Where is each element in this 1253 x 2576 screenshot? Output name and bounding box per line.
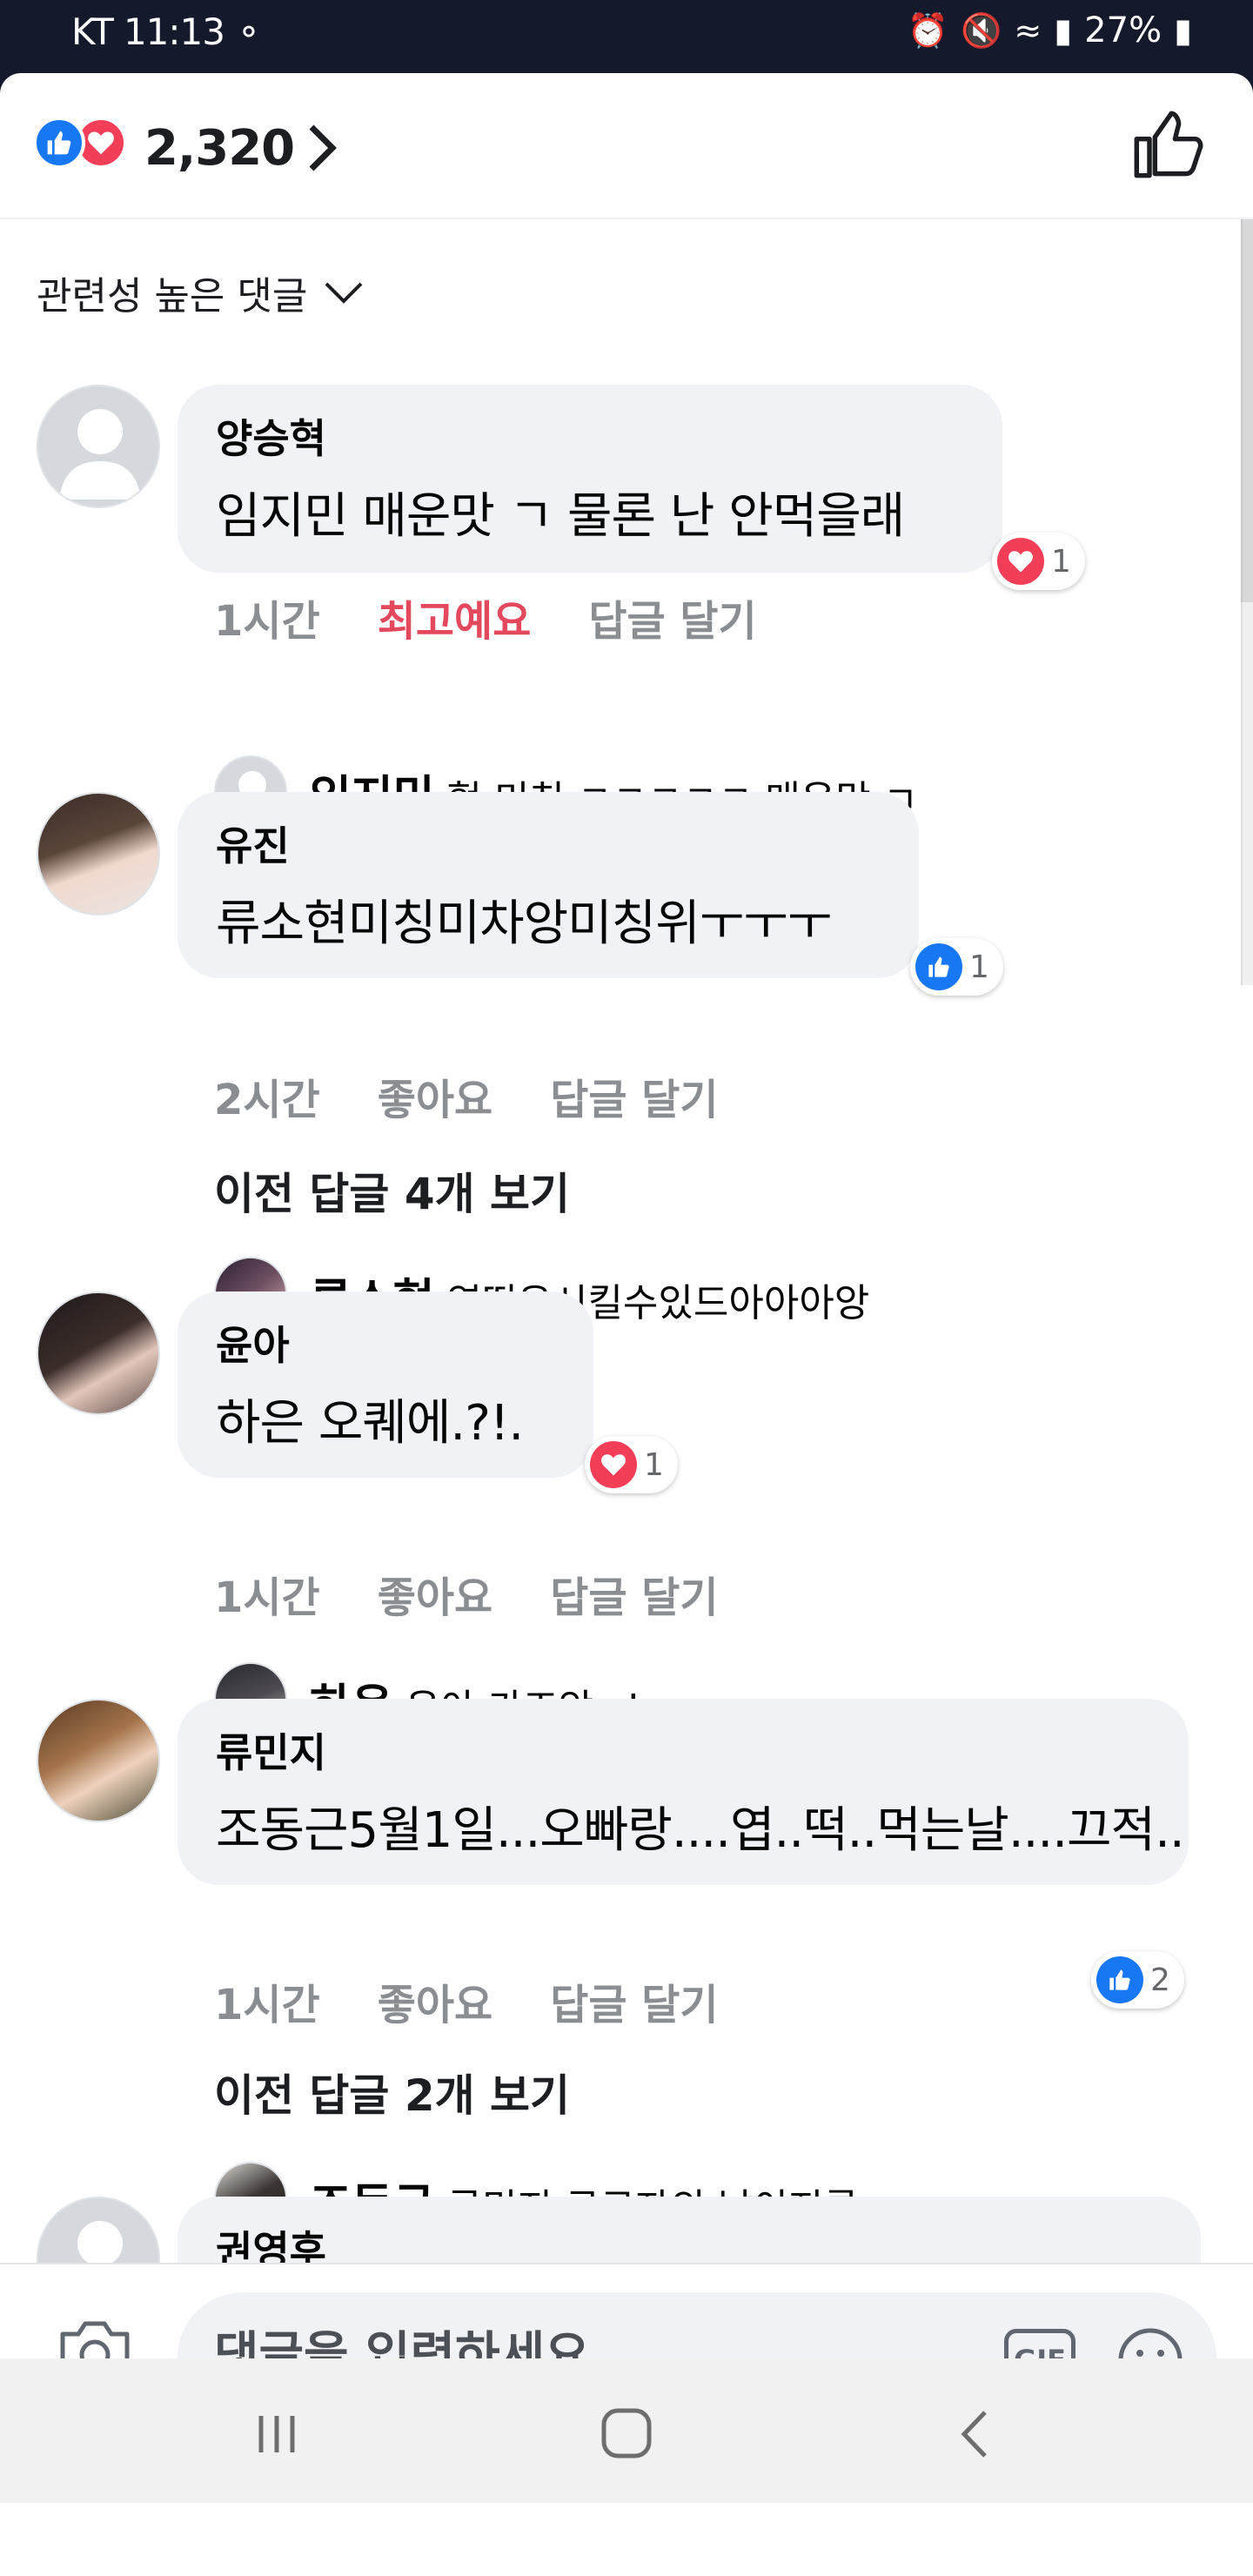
avatar-photo[interactable]	[37, 1291, 160, 1415]
like-reaction-icon	[33, 117, 85, 169]
reaction-count: 1	[969, 949, 989, 985]
comment-bubble[interactable]: 윤아 하은 오퀘에.?!.	[178, 1291, 593, 1478]
recent-apps-icon[interactable]	[242, 2404, 312, 2465]
comment-time: 1시간	[214, 597, 320, 646]
love-icon	[997, 538, 1044, 585]
system-navigation-bar	[0, 2358, 1253, 2503]
comment-bubble[interactable]: 양승혁 임지민 매운맛 ㄱ 물론 난 안먹을래	[178, 385, 1002, 573]
comment-meta: 1시간 좋아요 답글 달기	[214, 1563, 719, 1624]
status-right: ⏰ 🔇 ≈ ▮ 27% ▮	[908, 10, 1192, 50]
battery-icon: ▮	[1174, 11, 1192, 50]
comment-author[interactable]: 류민지	[216, 1721, 1150, 1779]
comment-time: 2시간	[214, 1076, 320, 1124]
love-icon	[590, 1441, 637, 1488]
reactions-header[interactable]: 2,320	[0, 73, 1253, 219]
like-action[interactable]: 좋아요	[378, 1065, 492, 1126]
comment-reaction[interactable]: 2	[1091, 1951, 1184, 2009]
clock: 11:13	[123, 10, 225, 53]
comment-reaction[interactable]: 1	[585, 1436, 678, 1493]
avatar-photo[interactable]	[37, 1699, 160, 1822]
comment-time: 1시간	[214, 1573, 320, 1622]
mute-icon: 🔇	[961, 10, 1002, 50]
like-action[interactable]: 최고예요	[378, 587, 532, 647]
sort-dropdown[interactable]: 관련성 높은 댓글	[37, 265, 365, 320]
comments-sheet: 2,320 관련성 높은 댓글 양승혁 임지민 매운맛 ㄱ 물론 난 안먹을래 …	[0, 73, 1253, 2576]
comment-meta: 1시간 최고예요 답글 달기	[214, 587, 757, 647]
comment-author[interactable]: 유진	[216, 815, 881, 872]
comment-reaction[interactable]: 1	[910, 938, 1003, 996]
status-bar: KT 11:13 ⚬ ⏰ 🔇 ≈ ▮ 27% ▮	[0, 0, 1253, 73]
comment-author[interactable]: 양승혁	[216, 407, 964, 465]
avatar-placeholder[interactable]	[37, 385, 160, 508]
carrier-label: KT	[71, 10, 114, 53]
comment-text: 하은 오퀘에.?!.	[216, 1395, 524, 1452]
reaction-icons	[33, 117, 137, 174]
reaction-count: 2,320	[144, 120, 295, 177]
like-action[interactable]: 좋아요	[378, 1970, 492, 2031]
wifi-icon: ≈	[1014, 11, 1042, 50]
like-icon	[1096, 1956, 1143, 2003]
status-left: KT 11:13 ⚬	[71, 10, 263, 53]
comment-text: 조동근5월1일...오빠랑....엽..떡..먹는날....끄적..	[216, 1802, 1185, 1859]
view-previous-replies[interactable]: 이전 답글 4개 보기	[214, 1159, 570, 1222]
comment-reaction[interactable]: 1	[992, 533, 1085, 590]
reply-action[interactable]: 답글 달기	[550, 1970, 718, 2031]
like-action[interactable]: 좋아요	[378, 1563, 492, 1624]
comment-author[interactable]: 윤아	[216, 1314, 555, 1372]
comment-bubble[interactable]: 유진 류소현미칭미차앙미칭위ㅜㅜㅜ	[178, 792, 919, 978]
reaction-count: 1	[644, 1446, 664, 1483]
comment-meta: 2시간 좋아요 답글 달기	[214, 1065, 719, 1126]
comment-time: 1시간	[214, 1981, 320, 2029]
avatar-photo[interactable]	[37, 792, 160, 916]
reaction-count: 2	[1150, 1962, 1170, 1998]
home-icon[interactable]	[592, 2404, 661, 2465]
view-previous-replies[interactable]: 이전 답글 2개 보기	[214, 2061, 570, 2123]
reply-action[interactable]: 답글 달기	[550, 1065, 718, 1126]
chevron-down-icon	[325, 282, 363, 304]
chevron-right-icon	[309, 124, 337, 171]
like-icon	[915, 943, 962, 990]
back-icon[interactable]	[941, 2404, 1011, 2465]
sync-icon: ⚬	[234, 12, 263, 51]
signal-icon: ▮	[1054, 11, 1073, 50]
like-button-icon[interactable]	[1131, 108, 1204, 181]
reaction-count: 1	[1051, 543, 1071, 580]
reply-action[interactable]: 답글 달기	[550, 1563, 718, 1624]
reply-action[interactable]: 답글 달기	[588, 587, 756, 647]
battery-percent: 27%	[1084, 10, 1163, 50]
comment-text: 류소현미칭미차앙미칭위ㅜㅜㅜ	[216, 896, 832, 952]
scrollbar-thumb[interactable]	[1241, 219, 1253, 602]
comment-meta: 1시간 좋아요 답글 달기	[214, 1970, 719, 2031]
comment-bubble[interactable]: 류민지 조동근5월1일...오빠랑....엽..떡..먹는날....끄적..	[178, 1699, 1189, 1885]
sort-label: 관련성 높은 댓글	[37, 274, 308, 319]
comment-text: 임지민 매운맛 ㄱ 물론 난 안먹을래	[216, 488, 905, 545]
alarm-icon: ⏰	[907, 10, 949, 50]
